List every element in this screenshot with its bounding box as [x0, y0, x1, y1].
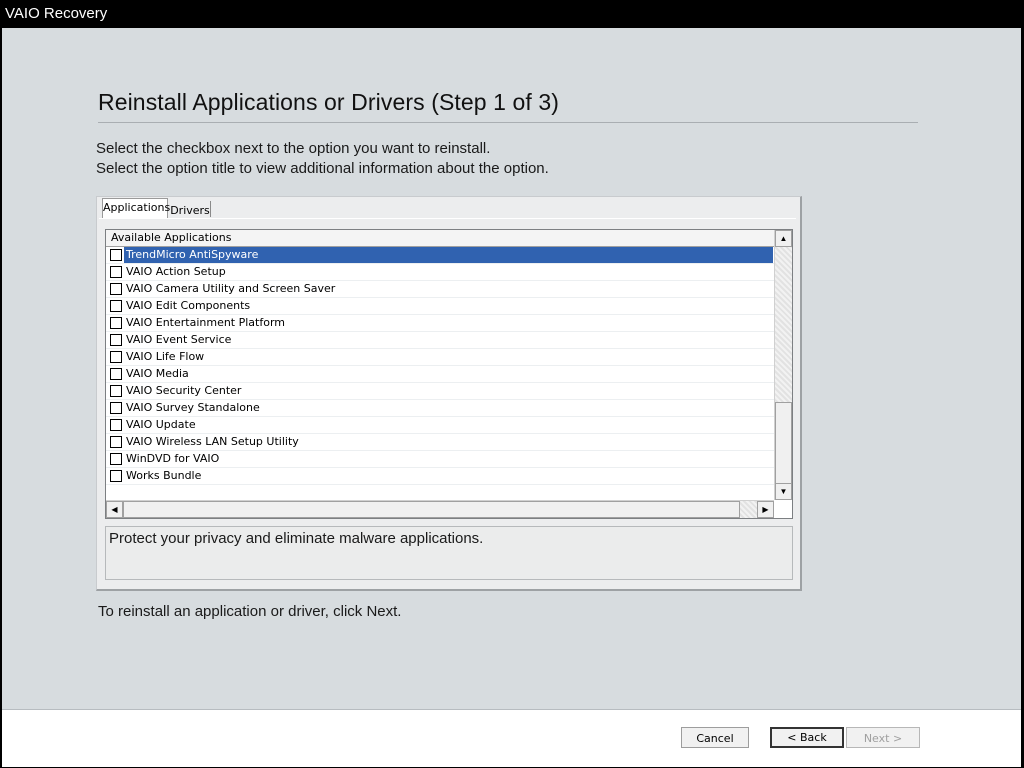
list-item[interactable]: VAIO Update: [106, 417, 774, 434]
item-label[interactable]: TrendMicro AntiSpyware: [124, 247, 773, 263]
list-rows: TrendMicro AntiSpyware VAIO Action Setup V…: [106, 247, 774, 485]
item-checkbox[interactable]: [110, 419, 122, 431]
item-label[interactable]: VAIO Event Service: [124, 332, 773, 348]
list-item[interactable]: VAIO Entertainment Platform: [106, 315, 774, 332]
applications-list[interactable]: Available Applications TrendMicro AntiSp…: [105, 229, 793, 519]
scroll-down-icon[interactable]: ▼: [775, 483, 792, 500]
item-checkbox[interactable]: [110, 470, 122, 482]
item-checkbox[interactable]: [110, 300, 122, 312]
horizontal-scrollbar[interactable]: ◀ ▶: [106, 500, 774, 518]
horizontal-scroll-thumb[interactable]: [123, 501, 740, 518]
item-label[interactable]: Works Bundle: [124, 468, 773, 484]
list-item[interactable]: TrendMicro AntiSpyware: [106, 247, 774, 264]
page-title: Reinstall Applications or Drivers (Step …: [98, 89, 560, 115]
tab-drivers[interactable]: Drivers: [170, 201, 211, 217]
item-label[interactable]: VAIO Security Center: [124, 383, 773, 399]
scroll-left-icon[interactable]: ◀: [106, 501, 123, 518]
list-item[interactable]: VAIO Wireless LAN Setup Utility: [106, 434, 774, 451]
list-column-header-label: Available Applications: [111, 231, 232, 244]
list-item[interactable]: VAIO Security Center: [106, 383, 774, 400]
list-item[interactable]: VAIO Camera Utility and Screen Saver: [106, 281, 774, 298]
list-item[interactable]: VAIO Event Service: [106, 332, 774, 349]
list-item[interactable]: VAIO Edit Components: [106, 298, 774, 315]
item-checkbox[interactable]: [110, 351, 122, 363]
item-checkbox[interactable]: [110, 266, 122, 278]
list-item[interactable]: VAIO Survey Standalone: [106, 400, 774, 417]
item-label[interactable]: VAIO Wireless LAN Setup Utility: [124, 434, 773, 450]
list-item[interactable]: VAIO Life Flow: [106, 349, 774, 366]
scroll-up-icon[interactable]: ▲: [775, 230, 792, 247]
title-divider: [98, 122, 918, 123]
item-label[interactable]: VAIO Edit Components: [124, 298, 773, 314]
item-checkbox[interactable]: [110, 402, 122, 414]
scroll-right-icon[interactable]: ▶: [757, 501, 774, 518]
item-checkbox[interactable]: [110, 317, 122, 329]
item-label[interactable]: VAIO Update: [124, 417, 773, 433]
title-bar: VAIO Recovery: [0, 0, 1024, 28]
back-button[interactable]: < Back: [770, 727, 844, 748]
item-label[interactable]: VAIO Camera Utility and Screen Saver: [124, 281, 773, 297]
item-checkbox[interactable]: [110, 249, 122, 261]
cancel-button[interactable]: Cancel: [681, 727, 749, 748]
list-item[interactable]: VAIO Media: [106, 366, 774, 383]
list-column-header[interactable]: Available Applications: [106, 230, 774, 247]
window-title: VAIO Recovery: [5, 5, 108, 22]
item-label[interactable]: VAIO Survey Standalone: [124, 400, 773, 416]
vertical-scrollbar[interactable]: ▲ ▼: [774, 230, 792, 500]
item-label[interactable]: VAIO Entertainment Platform: [124, 315, 773, 331]
list-item[interactable]: Works Bundle: [106, 468, 774, 485]
item-checkbox[interactable]: [110, 453, 122, 465]
option-description-text: Protect your privacy and eliminate malwa…: [109, 530, 484, 547]
item-label[interactable]: VAIO Life Flow: [124, 349, 773, 365]
option-description: Protect your privacy and eliminate malwa…: [105, 526, 793, 580]
instruction-text-1: Select the checkbox next to the option y…: [96, 140, 491, 157]
options-panel: Applications Drivers Available Applicati…: [96, 196, 802, 591]
vertical-scroll-thumb[interactable]: [775, 402, 792, 484]
item-checkbox[interactable]: [110, 334, 122, 346]
list-item[interactable]: WinDVD for VAIO: [106, 451, 774, 468]
next-instruction: To reinstall an application or driver, c…: [98, 603, 402, 620]
item-label[interactable]: WinDVD for VAIO: [124, 451, 773, 467]
item-checkbox[interactable]: [110, 385, 122, 397]
list-item[interactable]: VAIO Action Setup: [106, 264, 774, 281]
item-label[interactable]: VAIO Action Setup: [124, 264, 773, 280]
tab-applications[interactable]: Applications: [102, 198, 170, 220]
item-checkbox[interactable]: [110, 436, 122, 448]
item-checkbox[interactable]: [110, 283, 122, 295]
tab-content: Available Applications TrendMicro AntiSp…: [99, 218, 796, 586]
instruction-text-2: Select the option title to view addition…: [96, 160, 549, 177]
item-checkbox[interactable]: [110, 368, 122, 380]
item-label[interactable]: VAIO Media: [124, 366, 773, 382]
next-button[interactable]: Next >: [846, 727, 920, 748]
